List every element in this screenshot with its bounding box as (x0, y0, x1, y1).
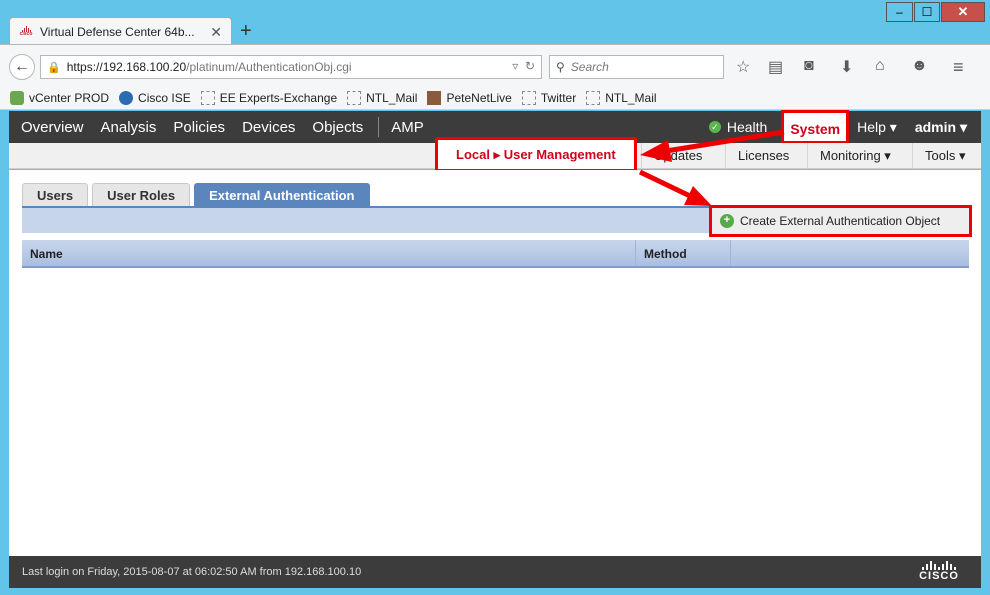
bookmark-item[interactable]: vCenter PROD (10, 90, 109, 105)
page-icon (200, 90, 215, 105)
nav-admin[interactable]: admin ▾ (915, 119, 967, 136)
nav-analysis[interactable]: Analysis (101, 119, 157, 136)
browser-navbar: ← 🔒 https://192.168.100.20/platinum/Auth… (0, 44, 990, 86)
health-check-icon: ✓ (708, 121, 721, 133)
browser-tab[interactable]: cisco Virtual Defense Center 64b... ✕ (9, 17, 232, 45)
petenetlive-icon (427, 90, 442, 105)
main-content: Users User Roles External Authentication… (9, 170, 981, 556)
cisco-ise-icon (119, 90, 134, 105)
search-input[interactable]: ⚲ Search (549, 55, 724, 79)
subnav-monitoring[interactable]: Monitoring ▾ (807, 143, 912, 169)
tab-external-authentication[interactable]: External Authentication (194, 183, 370, 207)
maximize-button[interactable]: ☐ (914, 2, 940, 22)
last-login-text: Last login on Friday, 2015-08-07 at 06:0… (22, 566, 362, 578)
page-icon (521, 90, 536, 105)
bookmark-item[interactable]: PeteNetLive (427, 90, 512, 105)
menu-icon[interactable]: ≡ (953, 57, 964, 78)
bookmark-item[interactable]: Twitter (521, 90, 576, 105)
nav-help[interactable]: Help ▾ (857, 119, 897, 136)
bookmarks-bar: vCenter PROD Cisco ISE EE Experts-Exchan… (0, 86, 990, 110)
download-icon[interactable]: ⬇ (840, 57, 853, 77)
bookmark-star-icon[interactable]: ☆ (736, 57, 750, 77)
tab-title: Virtual Defense Center 64b... (40, 24, 195, 39)
bookmark-item[interactable]: NTL_Mail (347, 90, 417, 105)
page-icon (347, 90, 362, 105)
subnav-licenses[interactable]: Licenses (725, 143, 807, 169)
nav-devices[interactable]: Devices (242, 119, 295, 136)
tab-user-roles[interactable]: User Roles (92, 183, 191, 207)
nav-objects[interactable]: Objects (312, 119, 363, 136)
nav-amp[interactable]: AMP (391, 119, 424, 136)
subnav-updates[interactable]: Updates (641, 143, 725, 169)
nav-overview[interactable]: Overview (21, 119, 84, 136)
minimize-button[interactable]: ‒ (886, 2, 913, 22)
reload-icon[interactable]: ▿ ↻ (512, 59, 535, 73)
subnav-local-user-management[interactable]: Local ▸ User Management (435, 137, 637, 172)
nav-divider (378, 117, 380, 137)
nav-policies[interactable]: Policies (173, 119, 225, 136)
create-external-auth-button[interactable]: + Create External Authentication Object (709, 205, 972, 237)
close-tab-icon[interactable]: ✕ (210, 24, 222, 41)
nav-health[interactable]: ✓ Health (708, 119, 767, 135)
footer-bar: Last login on Friday, 2015-08-07 at 06:0… (9, 556, 981, 588)
content-tabs: Users User Roles External Authentication (22, 183, 374, 207)
hello-icon[interactable]: ☻ (911, 57, 928, 75)
pocket-icon[interactable]: ◙ (804, 57, 814, 75)
bookmark-item[interactable]: Cisco ISE (119, 90, 191, 105)
bookmark-item[interactable]: NTL_Mail (586, 90, 657, 105)
column-name[interactable]: Name (22, 240, 636, 266)
home-icon[interactable]: ⌂ (875, 57, 885, 75)
new-tab-button[interactable]: + (240, 20, 252, 43)
bookmark-item[interactable]: EE Experts-Exchange (200, 90, 337, 105)
reading-list-icon[interactable]: ▤ (768, 57, 783, 77)
page-icon (586, 90, 601, 105)
tab-users[interactable]: Users (22, 183, 89, 207)
cisco-logo-icon: CISCO (917, 560, 961, 584)
back-icon[interactable]: ← (9, 54, 35, 80)
table-header: Name Method (22, 240, 969, 268)
url-bar[interactable]: 🔒 https://192.168.100.20/platinum/Authen… (40, 55, 542, 79)
add-icon: + (720, 214, 734, 228)
vcenter-icon (10, 90, 24, 105)
search-icon: ⚲ (556, 60, 565, 74)
close-window-button[interactable]: ✕ (941, 2, 985, 22)
nav-system[interactable]: System (781, 110, 850, 144)
title-bar: cisco Virtual Defense Center 64b... ✕ + … (0, 0, 990, 45)
cisco-favicon-icon: cisco (18, 26, 34, 38)
column-method[interactable]: Method (636, 240, 731, 266)
subnav-tools[interactable]: Tools ▾ (912, 143, 981, 169)
lock-icon: 🔒 (47, 61, 61, 74)
